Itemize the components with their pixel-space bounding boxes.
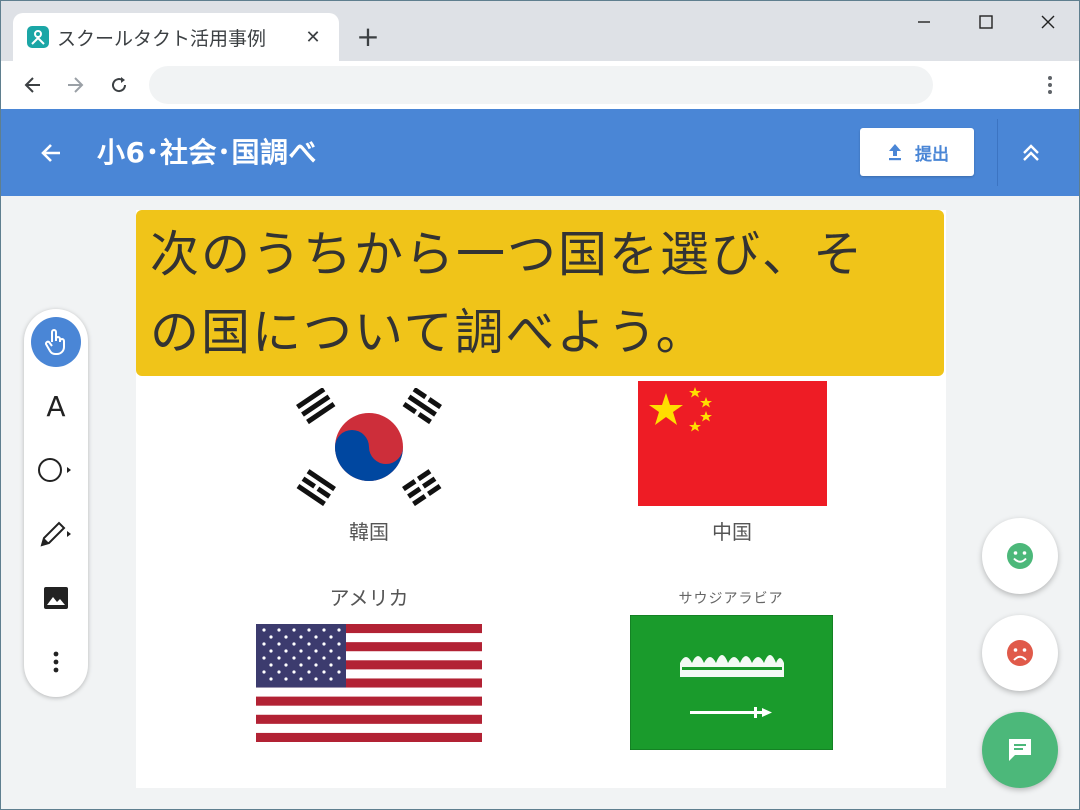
pointer-tool-hand-icon[interactable] bbox=[31, 317, 81, 367]
new-tab-button[interactable]: + bbox=[353, 20, 383, 53]
prompt-box[interactable]: 次のうちから一つ国を選び、そ の国について調べよう。 bbox=[136, 210, 944, 376]
country-label-china: 中国 bbox=[712, 520, 752, 544]
text-tool-icon[interactable]: A bbox=[31, 381, 81, 431]
pen-tool-pencil-icon[interactable] bbox=[31, 509, 81, 559]
address-bar[interactable] bbox=[149, 66, 933, 104]
country-label-korea: 韓国 bbox=[349, 520, 389, 544]
china-flag bbox=[638, 381, 827, 506]
frown-face-icon bbox=[1007, 640, 1033, 666]
shape-tool-circle-icon[interactable] bbox=[31, 445, 81, 495]
app-header: 小6･社会･国調べ 提出 bbox=[1, 109, 1079, 196]
smile-reaction-button[interactable] bbox=[982, 518, 1058, 594]
country-label-saudi: サウジアラビア bbox=[678, 591, 784, 607]
browser-toolbar bbox=[1, 61, 1079, 109]
country-label-usa: アメリカ bbox=[329, 586, 409, 610]
submit-label: 提出 bbox=[915, 144, 949, 165]
smile-face-icon bbox=[1007, 543, 1033, 569]
browser-tab[interactable]: スクールタクト活用事例 ✕ bbox=[13, 13, 339, 61]
more-tools-icon[interactable] bbox=[31, 637, 81, 687]
tab-close-icon[interactable]: ✕ bbox=[301, 25, 325, 49]
reload-icon[interactable] bbox=[103, 69, 135, 101]
header-divider bbox=[997, 119, 998, 186]
tab-title: スクールタクト活用事例 bbox=[57, 27, 267, 50]
browser-menu-icon[interactable] bbox=[1035, 69, 1065, 101]
app-back-arrow-icon[interactable] bbox=[33, 135, 69, 171]
page-title: 小6･社会･国調べ bbox=[97, 136, 317, 169]
tool-rail: A bbox=[24, 309, 88, 697]
workspace: 次のうちから一つ国を選び、そ の国について調べよう。 韓国 中国 アメリカ サウ… bbox=[1, 196, 1079, 809]
usa-flag bbox=[256, 624, 482, 742]
worksheet-card[interactable]: 次のうちから一つ国を選び、そ の国について調べよう。 韓国 中国 アメリカ サウ… bbox=[136, 210, 946, 788]
chat-button[interactable] bbox=[982, 712, 1058, 788]
image-tool-icon[interactable] bbox=[31, 573, 81, 623]
window-close-icon[interactable] bbox=[1021, 7, 1075, 37]
collapse-chevron-up-icon[interactable] bbox=[1013, 135, 1049, 171]
minimize-icon[interactable] bbox=[897, 7, 951, 37]
south-korea-flag bbox=[296, 388, 442, 506]
forward-arrow-icon[interactable] bbox=[59, 69, 91, 101]
frown-reaction-button[interactable] bbox=[982, 615, 1058, 691]
schooltakt-favicon-icon bbox=[27, 26, 49, 48]
upload-icon bbox=[889, 144, 901, 161]
chat-bubble-icon bbox=[1009, 739, 1031, 761]
submit-button[interactable]: 提出 bbox=[860, 128, 974, 176]
tab-strip: スクールタクト活用事例 ✕ + bbox=[1, 1, 1079, 61]
maximize-icon[interactable] bbox=[959, 7, 1013, 37]
saudi-arabia-flag bbox=[630, 615, 833, 750]
browser-window: スクールタクト活用事例 ✕ + 小6･社会･国調べ 提出 次のうちから一つ国を選… bbox=[0, 0, 1080, 810]
back-arrow-icon[interactable] bbox=[17, 69, 49, 101]
prompt-line-2: の国について調べよう。 bbox=[150, 304, 707, 361]
prompt-line-1: 次のうちから一つ国を選び、そ bbox=[150, 226, 865, 283]
